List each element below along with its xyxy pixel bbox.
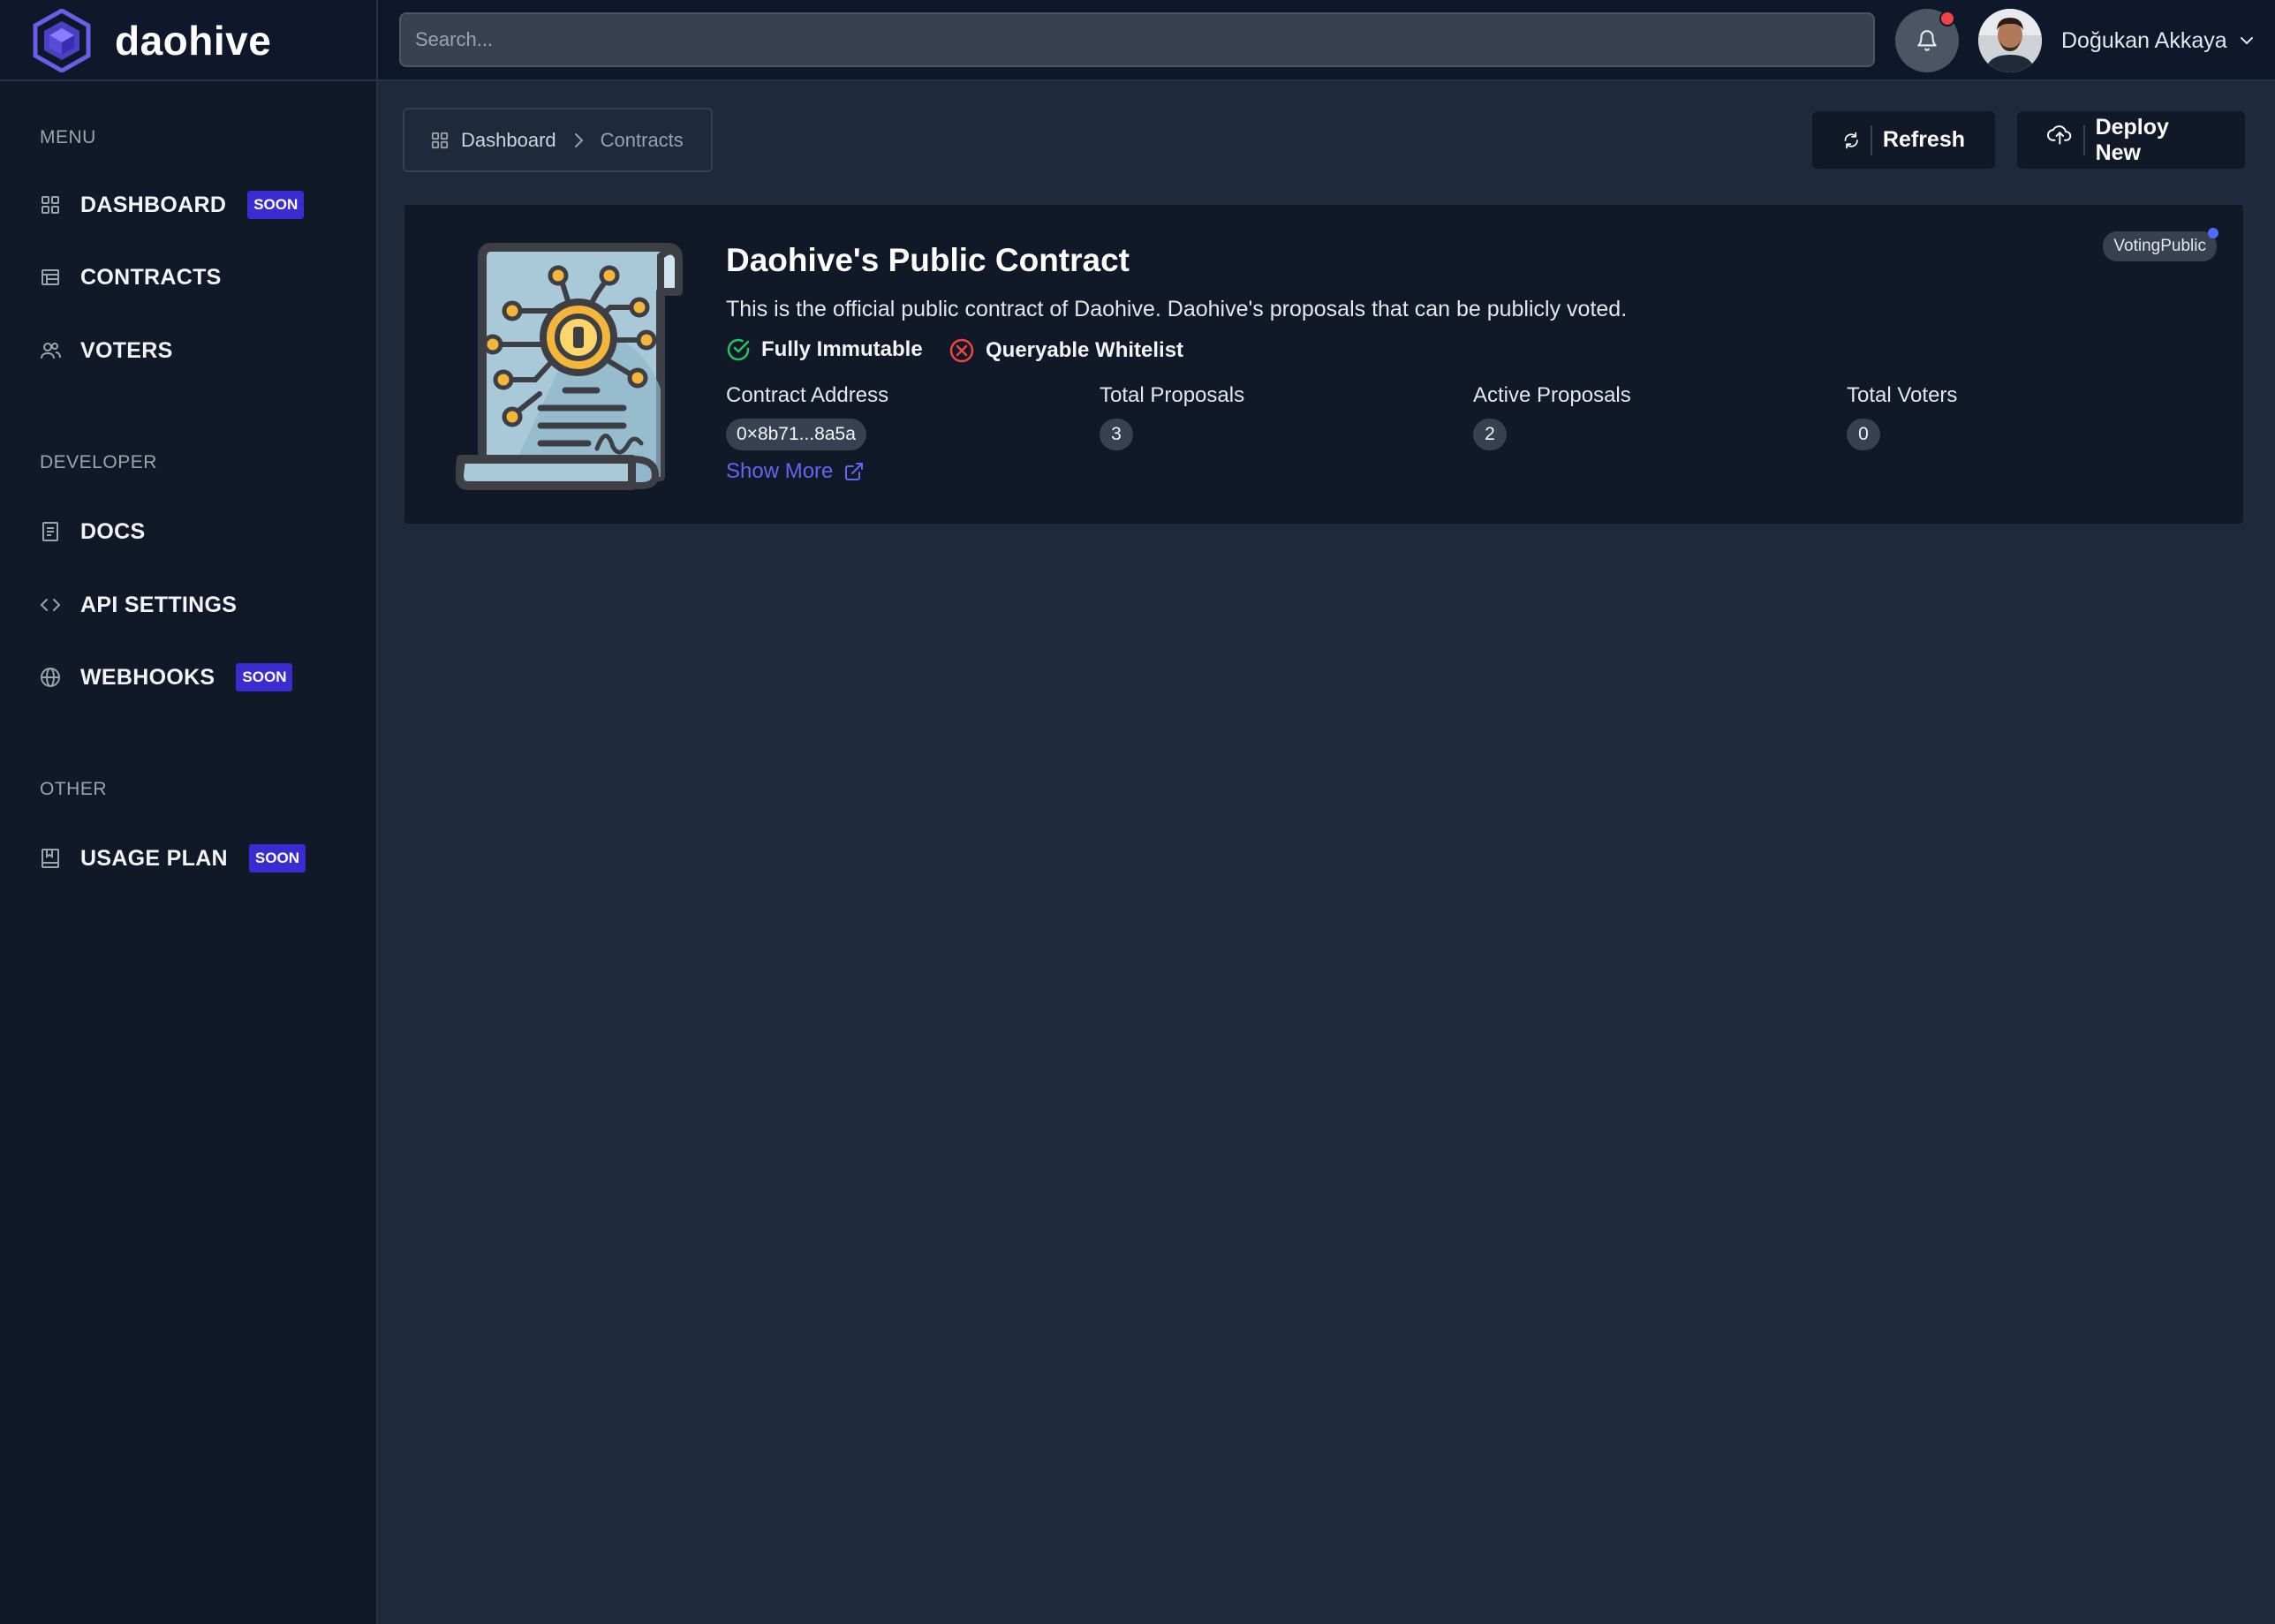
soon-badge: SOON xyxy=(248,844,306,872)
cloud-upload-icon xyxy=(2047,125,2072,145)
code-icon xyxy=(40,594,61,616)
top-header: daohive Doğukan Akkaya xyxy=(0,0,2275,81)
sidebar-item-usage-plan[interactable]: USAGE PLAN SOON xyxy=(40,836,306,880)
notifications-button[interactable] xyxy=(1895,9,1959,72)
x-circle-icon xyxy=(949,338,974,363)
grid-icon xyxy=(40,194,61,215)
stat-label: Active Proposals xyxy=(1473,383,1631,407)
sidebar-item-voters[interactable]: VOTERS xyxy=(40,329,173,373)
notification-indicator xyxy=(1939,11,1955,26)
total-proposals-value: 3 xyxy=(1100,419,1133,450)
stat-total-voters: Total Voters 0 xyxy=(1847,383,1957,450)
sidebar-item-label: USAGE PLAN xyxy=(80,845,228,871)
contract-scroll-icon xyxy=(456,243,683,490)
breadcrumb: Dashboard Contracts xyxy=(403,108,713,172)
brand-name: daohive xyxy=(115,18,272,64)
globe-icon xyxy=(40,667,61,688)
contract-type-tag: VotingPublic xyxy=(2103,228,2218,261)
contract-type-label: VotingPublic xyxy=(2113,237,2206,255)
sidebar-item-webhooks[interactable]: WEBHOOKS SOON xyxy=(40,655,293,699)
feature-label: Queryable Whitelist xyxy=(986,338,1184,362)
tag-indicator-dot xyxy=(2208,228,2218,238)
contract-title: Daohive's Public Contract xyxy=(726,242,1130,278)
contract-address-value[interactable]: 0×8b71...8a5a xyxy=(726,419,866,450)
external-link-icon xyxy=(845,463,864,480)
stat-label: Total Proposals xyxy=(1100,383,1245,407)
feature-queryable-whitelist: Queryable Whitelist xyxy=(949,337,1183,364)
document-icon xyxy=(40,521,61,542)
grid-icon xyxy=(431,132,449,148)
soon-badge: SOON xyxy=(247,191,305,219)
breadcrumb-dashboard-link[interactable]: Dashboard xyxy=(461,129,556,152)
users-icon xyxy=(40,340,61,361)
sidebar-section-menu: MENU xyxy=(40,127,96,147)
daohive-logo-icon xyxy=(33,9,91,72)
deploy-new-button[interactable]: Deploy New xyxy=(2017,111,2245,169)
refresh-button[interactable]: Refresh xyxy=(1812,111,1995,169)
stat-contract-address: Contract Address 0×8b71...8a5a xyxy=(726,383,888,450)
chevron-right-icon xyxy=(572,132,585,149)
contract-description: This is the official public contract of … xyxy=(726,297,1628,321)
sidebar-item-label: WEBHOOKS xyxy=(80,664,215,690)
stat-active-proposals: Active Proposals 2 xyxy=(1473,383,1631,450)
show-more-label: Show More xyxy=(726,459,834,483)
breadcrumb-current: Contracts xyxy=(600,128,684,151)
contract-card: Daohive's Public Contract This is the of… xyxy=(403,203,2245,525)
user-avatar-image xyxy=(1978,9,2042,72)
feature-label: Fully Immutable xyxy=(761,337,923,361)
table-icon xyxy=(40,267,61,288)
soon-badge: SOON xyxy=(236,663,293,691)
sidebar-item-contracts[interactable]: CONTRACTS xyxy=(40,255,222,299)
refresh-label: Refresh xyxy=(1882,127,1965,152)
deploy-new-label: Deploy New xyxy=(2095,114,2169,165)
sidebar-section-developer: DEVELOPER xyxy=(40,452,157,472)
button-divider xyxy=(2082,125,2085,155)
active-proposals-value: 2 xyxy=(1473,419,1507,450)
feature-fully-immutable: Fully Immutable xyxy=(726,337,923,362)
stat-total-proposals: Total Proposals 3 xyxy=(1100,383,1244,450)
refresh-icon xyxy=(1844,132,1858,148)
sidebar-item-dashboard[interactable]: DASHBOARD SOON xyxy=(40,183,305,227)
sidebar-item-api-settings[interactable]: API SETTINGS xyxy=(40,583,237,627)
stat-label: Contract Address xyxy=(726,383,889,407)
bell-icon xyxy=(1917,30,1937,51)
sidebar-item-label: CONTRACTS xyxy=(80,264,222,290)
button-divider xyxy=(1871,125,1872,155)
total-voters-value: 0 xyxy=(1847,419,1880,450)
user-name: Doğukan Akkaya xyxy=(2061,27,2227,53)
sidebar-item-label: API SETTINGS xyxy=(80,592,238,617)
sidebar-section-other: OTHER xyxy=(40,779,107,799)
book-icon xyxy=(40,848,61,869)
sidebar-item-label: DASHBOARD xyxy=(80,192,227,217)
check-circle-icon xyxy=(727,338,750,361)
sidebar-item-docs[interactable]: DOCS xyxy=(40,510,145,554)
sidebar-item-label: DOCS xyxy=(80,518,146,544)
sidebar: MENU DASHBOARD SOON CONTRACTS VOTERS DEV… xyxy=(0,81,378,1624)
chevron-down-icon xyxy=(2240,37,2253,45)
brand[interactable]: daohive xyxy=(0,0,378,81)
user-menu[interactable]: Doğukan Akkaya xyxy=(2061,0,2256,81)
stat-label: Total Voters xyxy=(1847,383,1958,407)
sidebar-item-label: VOTERS xyxy=(80,337,173,363)
search-input[interactable] xyxy=(399,12,1875,67)
avatar[interactable] xyxy=(1978,9,2042,72)
show-more-link[interactable]: Show More xyxy=(726,459,865,484)
